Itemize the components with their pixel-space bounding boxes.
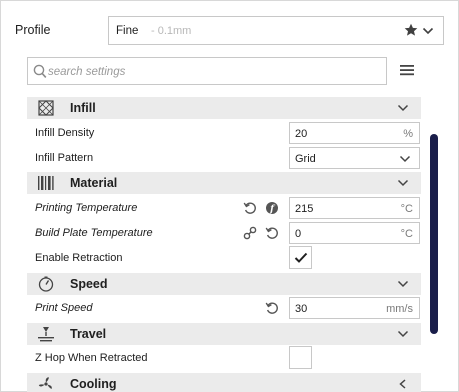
field-value: 0: [295, 228, 302, 240]
field-unit: °C: [400, 228, 413, 240]
settings-list: Infill Infill Density 20 % Infill Patter…: [27, 97, 421, 392]
field-unit: %: [403, 128, 413, 140]
reset-icon[interactable]: [243, 201, 257, 215]
search-input[interactable]: [48, 62, 378, 82]
chevron-down-icon: [397, 280, 409, 288]
hamburger-menu-icon[interactable]: [399, 63, 415, 77]
category-title: Speed: [70, 277, 108, 291]
star-icon[interactable]: [404, 23, 418, 37]
category-cooling[interactable]: Cooling: [27, 373, 421, 392]
checkmark-icon: [294, 252, 308, 263]
setting-label: Printing Temperature: [35, 202, 138, 214]
chevron-down-icon: [422, 27, 434, 35]
chevron-down-icon: [397, 104, 409, 112]
material-icon: [38, 176, 54, 190]
printing-temperature-input[interactable]: 215 °C: [289, 197, 420, 219]
travel-icon: [38, 327, 54, 342]
category-title: Cooling: [70, 377, 117, 391]
link-icon[interactable]: [243, 226, 257, 240]
setting-infill-pattern: Infill Pattern Grid: [27, 146, 421, 171]
setting-label: Z Hop When Retracted: [35, 352, 148, 364]
setting-printing-temperature: Printing Temperature f 215 °C: [27, 196, 421, 221]
print-speed-input[interactable]: 30 mm/s: [289, 297, 420, 319]
field-unit: °C: [400, 203, 413, 215]
field-value: 30: [295, 303, 308, 315]
setting-label: Print Speed: [35, 302, 93, 314]
setting-enable-retraction: Enable Retraction: [27, 246, 421, 271]
search-box[interactable]: [27, 57, 387, 85]
category-material[interactable]: Material: [27, 172, 421, 194]
chevron-down-icon: [397, 179, 409, 187]
z-hop-checkbox[interactable]: [289, 346, 312, 369]
setting-label: Infill Density: [35, 127, 95, 139]
category-infill[interactable]: Infill: [27, 97, 421, 119]
infill-icon: [38, 100, 54, 116]
category-title: Material: [70, 176, 118, 190]
setting-build-plate-temperature: Build Plate Temperature 0 °C: [27, 221, 421, 246]
profile-value: Fine: [116, 25, 139, 37]
print-settings-panel: Profile Fine - 0.1mm Infill: [0, 0, 459, 392]
field-value: 20: [295, 128, 308, 140]
speed-icon: [38, 276, 54, 292]
setting-label: Build Plate Temperature: [35, 227, 153, 239]
infill-density-input[interactable]: 20 %: [289, 122, 420, 144]
setting-infill-density: Infill Density 20 %: [27, 121, 421, 146]
category-speed[interactable]: Speed: [27, 273, 421, 295]
reset-icon[interactable]: [265, 226, 279, 240]
field-value: Grid: [295, 153, 316, 165]
setting-z-hop-when-retracted: Z Hop When Retracted: [27, 346, 421, 371]
cooling-icon: [38, 377, 52, 389]
search-icon: [33, 64, 47, 78]
reset-icon[interactable]: [265, 301, 279, 315]
field-unit: mm/s: [386, 303, 413, 315]
setting-label: Enable Retraction: [35, 252, 123, 264]
build-plate-temperature-input[interactable]: 0 °C: [289, 222, 420, 244]
setting-print-speed: Print Speed 30 mm/s: [27, 296, 421, 321]
profile-dropdown[interactable]: Fine - 0.1mm: [108, 16, 444, 45]
setting-label: Infill Pattern: [35, 152, 94, 164]
infill-pattern-select[interactable]: Grid: [289, 147, 420, 169]
profile-layer-height: - 0.1mm: [151, 25, 192, 37]
info-icon[interactable]: f: [265, 201, 279, 215]
category-travel[interactable]: Travel: [27, 323, 421, 345]
scrollbar-thumb[interactable]: [430, 134, 438, 334]
profile-label: Profile: [15, 23, 51, 37]
category-title: Infill: [70, 101, 96, 115]
chevron-down-icon: [397, 330, 409, 338]
chevron-left-icon: [399, 379, 406, 389]
chevron-down-icon: [399, 155, 411, 163]
enable-retraction-checkbox[interactable]: [289, 246, 312, 269]
category-title: Travel: [70, 327, 107, 341]
field-value: 215: [295, 203, 314, 215]
